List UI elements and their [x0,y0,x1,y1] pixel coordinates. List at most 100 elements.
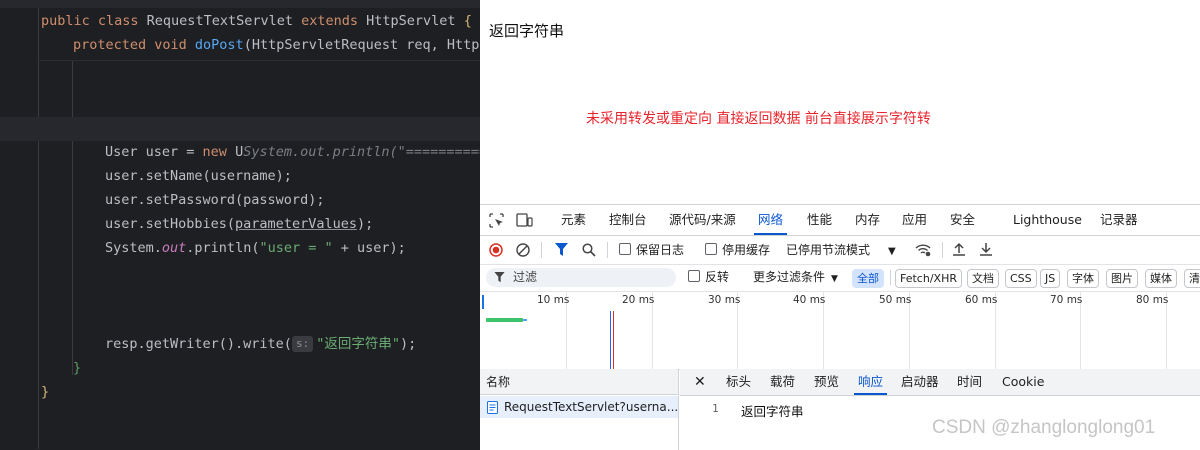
parameter-hint: s: [291,336,314,352]
toolbar-divider [942,242,943,258]
network-conditions-icon[interactable] [915,243,931,257]
checkbox-icon [705,243,717,255]
page-body-text: 返回字符串 [489,22,565,40]
code-line-println: System.out.println("user = " + user); [105,240,406,256]
tab-preview[interactable]: 预览 [814,369,839,395]
network-overview-timeline[interactable]: 10 ms 20 ms 30 ms 40 ms 50 ms 60 ms 70 m… [480,291,1200,370]
filter-chip-img[interactable]: 图片 [1106,269,1138,288]
import-har-icon[interactable] [952,242,966,257]
code-line-write-response: resp.getWriter().write(s: "返回字符串"); [105,336,417,352]
code-line-class-close: } [41,384,50,400]
timeline-tick-label: 80 ms [1136,294,1169,306]
watermark: CSDN @zhanglonglong01 [932,417,1156,438]
code-line-method-close: } [73,360,82,376]
tab-lighthouse[interactable]: Lighthouse [1013,205,1082,235]
disable-cache-checkbox[interactable]: 停用缓存 [705,236,770,264]
clear-icon[interactable] [516,243,530,257]
throttling-select[interactable]: 已停用节流模式 ▼ [786,236,896,266]
filter-icon[interactable] [555,243,568,257]
invert-checkbox[interactable]: 反转 [688,263,729,291]
tab-recorder[interactable]: 记录器 [1100,205,1138,235]
inspect-element-icon[interactable] [489,213,504,228]
filter-chip-js[interactable]: JS [1040,269,1061,288]
device-toolbar-icon[interactable] [516,213,533,228]
code-editor[interactable]: public class RequestTextServlet extends … [0,0,480,449]
filter-chip-fetch-xhr[interactable]: Fetch/XHR [895,269,962,288]
filter-chip-css[interactable]: CSS [1005,269,1037,288]
name-column-header[interactable]: 名称 [480,369,679,395]
tab-response[interactable]: 响应 [853,369,888,395]
filter-placeholder: 过滤 [513,270,538,284]
chip-divider [890,270,891,285]
request-row[interactable]: RequestTextServlet?userna... [480,396,679,418]
gutter-divider [38,0,39,449]
filter-chip-all[interactable]: 全部 [852,269,884,288]
filter-icon [494,272,505,283]
code-line-set-name: user.setName(username); [105,168,292,184]
request-list-empty-area [480,418,679,450]
tab-network[interactable]: 网络 [753,205,788,235]
tab-security[interactable]: 安全 [950,205,975,235]
current-line-highlight [0,117,480,141]
network-toolbar: 保留日志 停用缓存 已停用节流模式 ▼ [480,236,1200,265]
devtools-tabs: 元素 控制台 源代码/来源 网络 性能 内存 应用 安全 Lighthouse … [480,205,1200,236]
timeline-tick-label: 50 ms [879,294,912,306]
timeline-tick-label: 10 ms [537,294,570,306]
filter-chip-font[interactable]: 字体 [1067,269,1099,288]
search-icon[interactable] [582,243,596,257]
tab-initiator[interactable]: 启动器 [901,369,939,395]
filter-chip-more[interactable]: 清 [1184,269,1200,288]
tab-memory[interactable]: 内存 [855,205,880,235]
response-body: 返回字符串 [741,404,804,419]
timeline-tick-label: 70 ms [1050,294,1083,306]
load-event-line [613,311,614,369]
timeline-tick-label: 20 ms [622,294,655,306]
tab-payload[interactable]: 载荷 [770,369,795,395]
filter-bar: 过滤 反转 更多过滤条件 ▼ 全部 Fetch/XHR 文档 CSS JS 字体 … [480,264,1200,292]
tab-application[interactable]: 应用 [902,205,927,235]
checkbox-icon [688,270,700,282]
request-download-bar [523,319,527,321]
tab-performance[interactable]: 性能 [807,205,832,235]
request-waterfall-bar [486,318,523,322]
tab-cookies[interactable]: Cookie [1002,369,1044,395]
browser-window: 返回字符串 未采用转发或重定向 直接返回数据 前台直接展示字符转 元素 控制台 … [480,0,1200,450]
close-icon[interactable]: ✕ [694,369,706,395]
tab-console[interactable]: 控制台 [609,205,647,235]
tab-timing[interactable]: 时间 [957,369,982,395]
filter-chip-media[interactable]: 媒体 [1145,269,1177,288]
response-line-number: 1 [712,402,719,415]
timeline-tick-label: 30 ms [708,294,741,306]
record-stop-icon[interactable] [489,243,503,257]
code-line-set-password: user.setPassword(password); [105,192,325,208]
timeline-tick-label: 40 ms [793,294,826,306]
code-line-new-user: User user = new USystem.out.println("===… [105,144,480,160]
toolbar-divider [541,242,542,258]
timeline-tick-label: 60 ms [965,294,998,306]
filter-input[interactable]: 过滤 [486,268,676,287]
toolbar-divider [607,242,608,258]
checkbox-icon [619,243,631,255]
export-har-icon[interactable] [979,242,993,257]
code-line-method-decl: protected void doPost(HttpServletRequest… [73,37,480,53]
indent-guide [72,60,73,375]
page-message: 未采用转发或重定向 直接返回数据 前台直接展示字符转 [586,111,931,127]
chevron-down-icon: ▼ [888,246,896,257]
dom-content-loaded-line [610,311,611,369]
devtools-panel: 元素 控制台 源代码/来源 网络 性能 内存 应用 安全 Lighthouse … [480,204,1200,450]
code-line-set-hobbies: user.setHobbies(parameterValues); [105,216,374,232]
document-icon [487,401,498,414]
request-name: RequestTextServlet?userna... [504,400,679,414]
more-filters-dropdown[interactable]: 更多过滤条件 ▼ [753,263,838,293]
tab-headers[interactable]: 标头 [726,369,751,395]
chevron-down-icon: ▼ [831,274,838,284]
tab-elements[interactable]: 元素 [561,205,586,235]
request-detail-tabs: ✕ 标头 载荷 预览 响应 启动器 时间 Cookie [680,369,1200,396]
timeline-start-marker [482,295,484,309]
code-line-class-decl: public class RequestTextServlet extends … [41,13,472,29]
tab-sources[interactable]: 源代码/来源 [669,205,736,235]
filter-chip-doc[interactable]: 文档 [967,269,999,288]
preserve-log-checkbox[interactable]: 保留日志 [619,236,684,264]
top-line-highlight [0,0,480,8]
method-separator [38,60,480,61]
